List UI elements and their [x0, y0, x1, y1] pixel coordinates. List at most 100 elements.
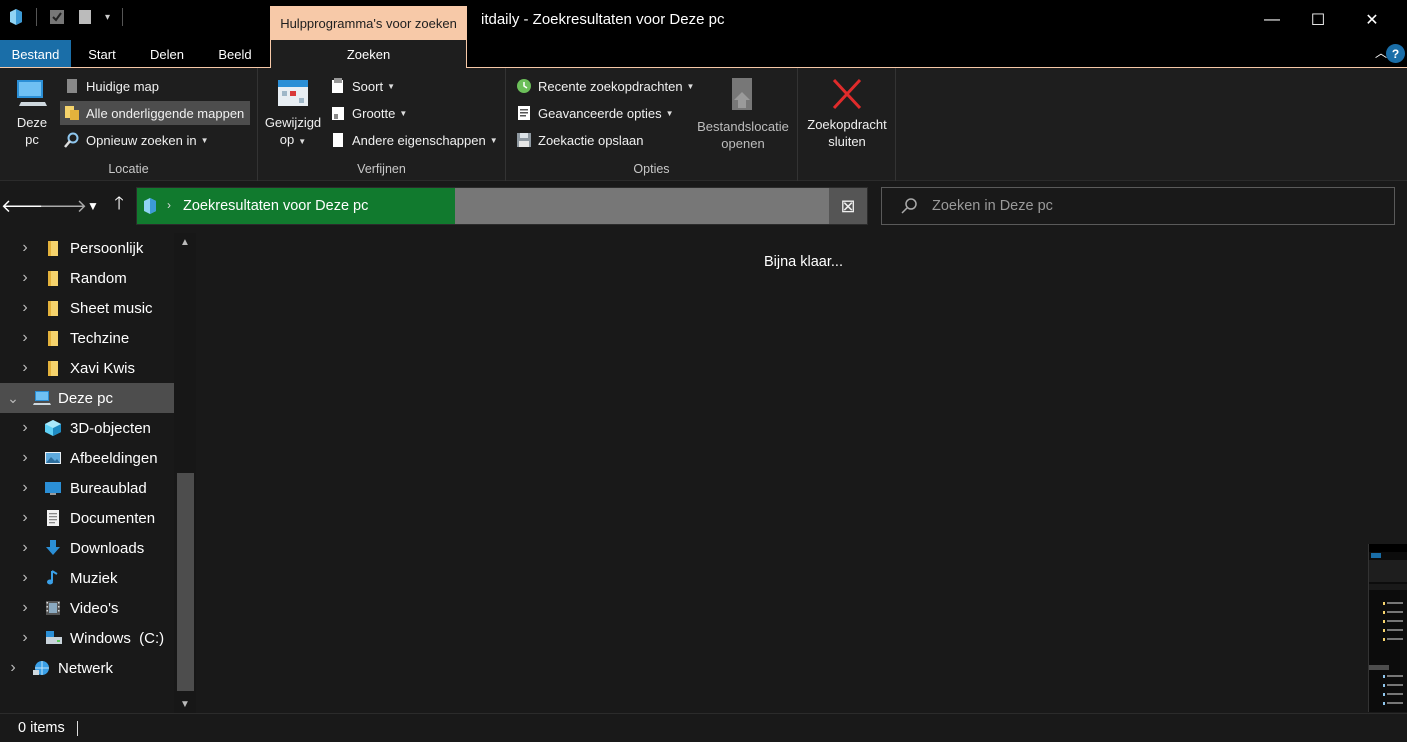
search-input[interactable]	[932, 188, 1382, 224]
tree-item-techzine[interactable]: › Techzine	[0, 323, 174, 353]
grootte-button[interactable]: Grootte ▼	[328, 101, 409, 125]
folder-icon	[44, 299, 62, 317]
tree-item-random[interactable]: › Random	[0, 263, 174, 293]
tree-item-muziek[interactable]: › Muziek	[0, 563, 174, 593]
kind-icon	[330, 78, 346, 94]
chevron-down-icon: ▼	[387, 81, 395, 91]
tree-item-label: Sheet music	[70, 299, 153, 317]
gewijzigd-label-text: op	[279, 132, 295, 147]
cube-icon	[44, 419, 62, 437]
minimize-button[interactable]: —	[1249, 0, 1295, 40]
magnifier-icon	[64, 132, 80, 148]
tree-item-xavi-kwis[interactable]: › Xavi Kwis	[0, 353, 174, 383]
huidige-map-button[interactable]: Huidige map	[60, 74, 163, 98]
computer-icon	[15, 76, 49, 114]
tree-item-sheet-music[interactable]: › Sheet music	[0, 293, 174, 323]
tree-item-afbeeldingen[interactable]: › Afbeeldingen	[0, 443, 174, 473]
chevron-right-icon[interactable]: ›	[18, 269, 32, 287]
download-icon	[44, 539, 62, 557]
video-icon	[44, 599, 62, 617]
qat-customize-icon[interactable]: ▾	[105, 12, 110, 23]
gewijzigd-label-line2: op ▼	[280, 131, 306, 150]
close-button[interactable]: ✕	[1349, 0, 1395, 40]
search-location-icon	[142, 197, 158, 215]
back-button[interactable]: 🡐	[1, 193, 49, 219]
file-list-area[interactable]: Bijna klaar...	[198, 233, 1407, 713]
chevron-right-icon[interactable]: ›	[18, 239, 32, 257]
chevron-down-icon: ▼	[200, 135, 209, 145]
zoekopdracht-sluiten-button[interactable]: Zoekopdracht sluiten	[800, 76, 894, 150]
chevron-right-icon[interactable]: ›	[18, 299, 32, 317]
search-box[interactable]	[881, 187, 1395, 225]
properties-icon[interactable]	[49, 8, 65, 26]
recent-locations-button[interactable]: ▼	[80, 193, 106, 219]
tab-delen[interactable]: Delen	[137, 40, 197, 68]
tree-item-downloads[interactable]: › Downloads	[0, 533, 174, 563]
folder-icon	[44, 239, 62, 257]
tree-item-bureaublad[interactable]: › Bureaublad	[0, 473, 174, 503]
chevron-right-icon[interactable]: ›	[18, 449, 32, 467]
chevron-right-icon[interactable]: ›	[18, 569, 32, 587]
qat-separator	[122, 8, 124, 26]
maximize-button[interactable]: ☐	[1295, 0, 1341, 40]
new-folder-icon[interactable]	[77, 8, 93, 26]
size-icon	[330, 105, 346, 121]
ribbon-group-label: Opties	[633, 162, 670, 176]
chevron-right-icon[interactable]: ›	[18, 539, 32, 557]
drive-icon	[44, 629, 62, 647]
breadcrumb[interactable]: Zoekresultaten voor Deze pc	[183, 198, 368, 214]
opnieuw-zoeken-button[interactable]: Opnieuw zoeken in ▼	[60, 128, 213, 152]
scroll-up-icon[interactable]: ▲	[174, 233, 196, 251]
recente-zoekopdrachten-button[interactable]: Recente zoekopdrachten ▼	[514, 74, 696, 98]
chevron-right-icon[interactable]: ›	[18, 509, 32, 527]
chevron-down-icon: ▼	[665, 108, 674, 118]
zoekactie-opslaan-button[interactable]: Zoekactie opslaan	[514, 128, 646, 152]
stop-search-button[interactable]: ⊠	[829, 188, 867, 224]
tree-item-windows-c[interactable]: › Windows (C:)	[0, 623, 174, 653]
tab-beeld[interactable]: Beeld	[205, 40, 265, 68]
tab-start[interactable]: Start	[75, 40, 129, 68]
help-icon[interactable]: ?	[1386, 44, 1405, 63]
tree-item-deze-pc[interactable]: ⌄ Deze pc	[0, 383, 174, 413]
tree-item-video-s[interactable]: › Video's	[0, 593, 174, 623]
soort-button[interactable]: Soort ▼	[328, 74, 397, 98]
tree-item-label: Muziek	[70, 569, 118, 587]
tree-item-3d-objecten[interactable]: › 3D-objecten	[0, 413, 174, 443]
desktop-icon	[44, 479, 62, 497]
tree-item-label: Windows (C:)	[70, 629, 165, 647]
chevron-down-icon[interactable]: ⌄	[6, 390, 20, 407]
tree-item-label: Netwerk	[58, 659, 114, 677]
item-count: 0 items	[18, 720, 65, 736]
close-search-icon	[830, 76, 864, 116]
tree-item-documenten[interactable]: › Documenten	[0, 503, 174, 533]
nav-scrollbar[interactable]: ▲ ▼	[174, 233, 196, 713]
save-icon	[516, 132, 532, 148]
chevron-right-icon[interactable]: ›	[18, 419, 32, 437]
scroll-down-icon[interactable]: ▼	[174, 695, 196, 713]
address-bar[interactable]: › Zoekresultaten voor Deze pc ⊠	[136, 187, 868, 225]
up-button[interactable]: 🡑	[106, 193, 132, 219]
chevron-right-icon[interactable]: ›	[18, 479, 32, 497]
alle-onderliggende-mappen-button[interactable]: Alle onderliggende mappen	[60, 101, 250, 125]
tab-zoeken[interactable]: Zoeken	[270, 40, 467, 68]
chevron-right-icon[interactable]: ›	[18, 629, 32, 647]
deze-pc-button[interactable]: Deze pc	[10, 76, 54, 148]
chevron-right-icon[interactable]: ›	[18, 329, 32, 347]
chevron-right-icon[interactable]: ›	[18, 599, 32, 617]
scroll-thumb[interactable]	[177, 473, 194, 691]
geavanceerde-opties-button[interactable]: Geavanceerde opties ▼	[514, 101, 676, 125]
ribbon-group-label: Verfijnen	[357, 162, 406, 176]
breadcrumb-chevron-icon[interactable]: ›	[167, 198, 171, 212]
chevron-right-icon[interactable]: ›	[6, 659, 20, 677]
chevron-right-icon[interactable]: ›	[18, 359, 32, 377]
forward-button[interactable]: 🡒	[39, 193, 87, 219]
gewijzigd-op-button[interactable]: Gewijzigd op ▼	[263, 76, 323, 150]
tab-bestand[interactable]: Bestand	[0, 40, 71, 68]
pictures-icon	[44, 449, 62, 467]
andere-eigenschappen-button[interactable]: Andere eigenschappen ▼	[328, 128, 500, 152]
ribbon-group-locatie: Deze pc Huidige map Alle onderliggende m…	[0, 68, 258, 181]
tree-item-netwerk[interactable]: › Netwerk	[0, 653, 174, 683]
bestandslocatie-openen-button[interactable]: Bestandslocatie openen	[694, 76, 792, 152]
tree-item-persoonlijk[interactable]: › Persoonlijk	[0, 233, 174, 263]
chevron-down-icon: ▼	[87, 199, 99, 213]
